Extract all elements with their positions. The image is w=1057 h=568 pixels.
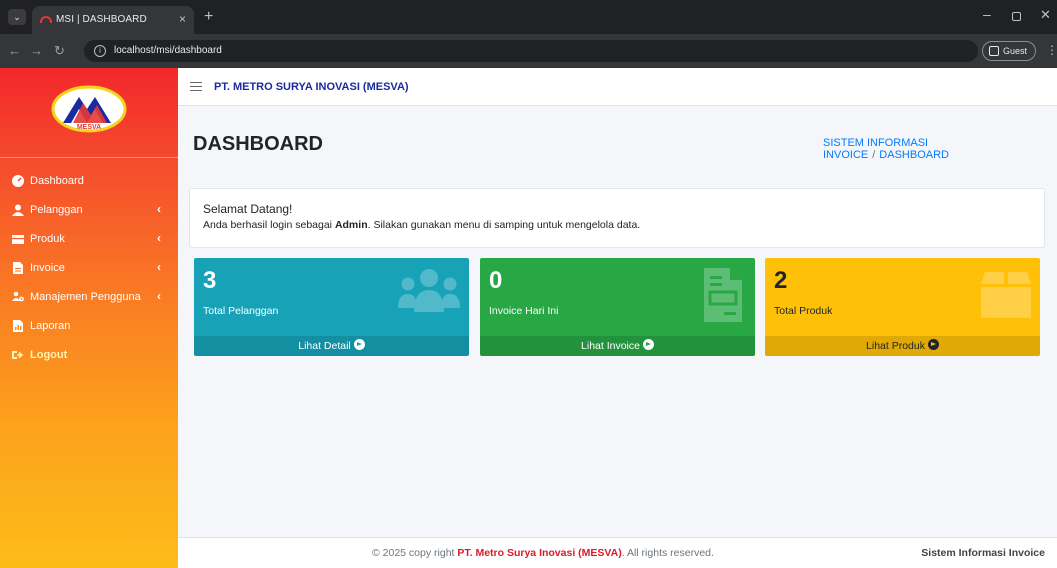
welcome-message: Anda berhasil login sebagai Admin. Silak…	[203, 219, 640, 231]
sidebar-item-dashboard[interactable]: Dashboard	[12, 172, 172, 192]
box-value: 2	[774, 267, 788, 294]
hamburger-menu-icon[interactable]	[190, 82, 202, 91]
copyright-brand-link[interactable]: PT. Metro Surya Inovasi (MESVA)	[457, 547, 621, 559]
chevron-left-icon: ‹	[157, 289, 161, 303]
app-name: Sistem Informasi Invoice	[921, 547, 1045, 559]
box-link-label: Lihat Invoice	[581, 340, 640, 352]
info-box-invoice: 0 Invoice Hari Ini Lihat Invoice	[480, 258, 755, 356]
sign-out-icon	[12, 351, 24, 359]
lihat-invoice-link[interactable]: Lihat Invoice	[480, 336, 755, 356]
sidebar-item-label: Dashboard	[30, 175, 84, 187]
minimize-button[interactable]: –	[983, 6, 991, 22]
logo-area: MESVA	[0, 68, 178, 158]
box-label: Total Produk	[774, 305, 833, 317]
browser-menu-icon[interactable]: ⋮	[1046, 43, 1057, 57]
maximize-button[interactable]	[1012, 12, 1021, 21]
box-label: Total Pelanggan	[203, 305, 279, 317]
page-title: DASHBOARD	[193, 133, 323, 155]
tab-close-icon[interactable]: ×	[179, 12, 186, 26]
sidebar-item-label: Invoice	[30, 262, 65, 274]
breadcrumb: SISTEM INFORMASI INVOICE / DASHBOARD	[823, 137, 1057, 161]
sidebar-item-pelanggan[interactable]: Pelanggan ‹	[12, 201, 172, 221]
copyright-suffix: . All rights reserved.	[621, 547, 714, 559]
url-text[interactable]: localhost/msi/dashboard	[114, 45, 222, 56]
copyright-prefix: © 2025 copy right	[372, 547, 458, 559]
arrow-circle-right-icon	[642, 339, 654, 350]
sidebar-item-label: Laporan	[30, 320, 71, 332]
welcome-message-suffix: . Silakan gunakan menu di samping untuk …	[367, 219, 641, 231]
svg-text:MESVA: MESVA	[77, 124, 101, 131]
invoice-icon	[704, 268, 742, 322]
arrow-circle-right-icon	[927, 339, 939, 350]
breadcrumb-current: DASHBOARD	[879, 149, 949, 161]
chevron-left-icon: ‹	[157, 231, 161, 245]
mesva-logo[interactable]: MESVA	[51, 85, 127, 133]
address-bar[interactable]: i localhost/msi/dashboard	[84, 40, 978, 62]
user-role: Admin	[334, 219, 368, 231]
browser-tab[interactable]: MSI | DASHBOARD ×	[32, 6, 194, 34]
sidebar: MESVA Dashboard Pelanggan ‹ Produk ‹ Inv…	[0, 68, 178, 568]
chevron-left-icon: ‹	[157, 202, 161, 216]
new-tab-button[interactable]: +	[204, 8, 213, 26]
arrow-circle-right-icon	[353, 339, 365, 350]
sidebar-item-manajemen-pengguna[interactable]: Manajemen Pengguna ‹	[12, 288, 172, 308]
sidebar-item-logout[interactable]: Logout	[12, 346, 172, 366]
tab-search-button[interactable]: ⌄	[8, 9, 26, 25]
welcome-message-prefix: Anda berhasil login sebagai	[203, 219, 335, 231]
back-arrow-icon[interactable]: ←	[8, 43, 21, 59]
sidebar-item-label: Logout	[30, 349, 68, 361]
welcome-card: Selamat Datang! Anda berhasil login seba…	[189, 188, 1045, 248]
sidebar-item-produk[interactable]: Produk ‹	[12, 230, 172, 250]
favicon-icon	[40, 16, 52, 23]
box-value: 0	[489, 267, 503, 294]
copyright-text: © 2025 copy right PT. Metro Surya Inovas…	[372, 547, 714, 559]
file-icon	[13, 262, 23, 274]
box-link-label: Lihat Detail	[298, 340, 351, 352]
box-icon	[981, 272, 1031, 318]
company-name[interactable]: PT. METRO SURYA INOVASI (MESVA)	[214, 81, 409, 93]
user-icon	[12, 204, 24, 216]
welcome-heading: Selamat Datang!	[203, 202, 293, 216]
sidebar-item-label: Manajemen Pengguna	[30, 291, 141, 303]
box-link-label: Lihat Produk	[866, 340, 925, 352]
forward-arrow-icon[interactable]: →	[30, 43, 43, 59]
lihat-detail-link[interactable]: Lihat Detail	[194, 336, 469, 356]
page-footer: © 2025 copy right PT. Metro Surya Inovas…	[178, 537, 1057, 568]
sidebar-item-label: Pelanggan	[30, 204, 83, 216]
guest-label: Guest	[1003, 46, 1028, 56]
browser-tab-bar: ⌄ MSI | DASHBOARD × + – ✕	[0, 0, 1057, 34]
box-icon	[12, 235, 24, 244]
box-value: 3	[203, 267, 217, 294]
tab-title: MSI | DASHBOARD	[56, 14, 147, 25]
info-box-produk: 2 Total Produk Lihat Produk	[765, 258, 1040, 356]
users-icon	[398, 269, 460, 312]
lihat-produk-link[interactable]: Lihat Produk	[765, 336, 1040, 356]
guest-icon	[989, 46, 999, 56]
sidebar-item-invoice[interactable]: Invoice ‹	[12, 259, 172, 279]
breadcrumb-separator: /	[872, 149, 876, 161]
report-icon	[13, 320, 23, 332]
box-label: Invoice Hari Ini	[489, 305, 559, 317]
top-navbar: PT. METRO SURYA INOVASI (MESVA)	[178, 68, 1057, 106]
site-info-icon[interactable]: i	[94, 45, 106, 57]
window-close-button[interactable]: ✕	[1040, 7, 1051, 23]
guest-profile-button[interactable]: Guest	[982, 41, 1036, 61]
info-box-pelanggan: 3 Total Pelanggan Lihat Detail	[194, 258, 469, 356]
browser-toolbar: ← → ↻ i localhost/msi/dashboard Guest ⋮	[0, 34, 1057, 68]
reload-icon[interactable]: ↻	[54, 43, 65, 59]
sidebar-item-label: Produk	[30, 233, 65, 245]
sidebar-item-laporan[interactable]: Laporan	[12, 317, 172, 337]
tachometer-icon	[12, 175, 24, 187]
users-cog-icon	[12, 291, 24, 302]
chevron-left-icon: ‹	[157, 260, 161, 274]
